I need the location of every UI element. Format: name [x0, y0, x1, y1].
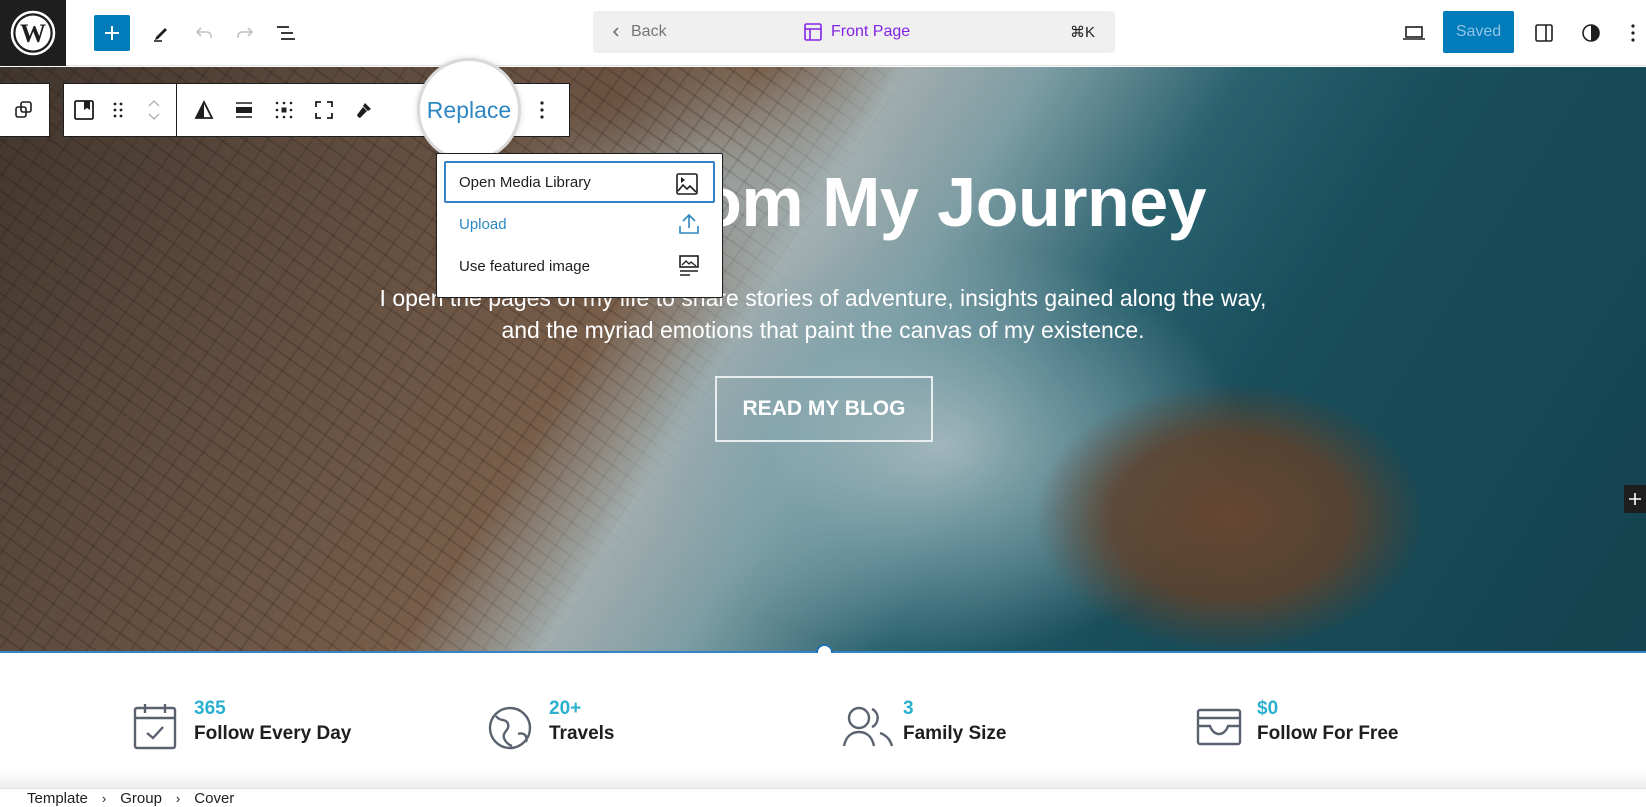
block-type-button[interactable] — [64, 84, 104, 136]
plus-icon — [105, 26, 119, 40]
save-button[interactable]: Saved — [1443, 11, 1514, 53]
upload-icon — [679, 213, 699, 234]
block-inserter-button[interactable] — [94, 15, 130, 51]
contrast-icon — [1582, 24, 1600, 42]
cover-overlay — [0, 67, 1646, 653]
replace-media-menu: Open Media Library Upload Use featured i… — [436, 153, 723, 298]
block-mover — [132, 99, 176, 121]
sidebar-toggle-icon — [1535, 24, 1553, 42]
media-icon — [676, 173, 698, 195]
featured-image-icon — [679, 255, 699, 276]
calendar-check-icon — [133, 704, 177, 750]
desktop-icon — [1403, 26, 1425, 40]
select-parent-icon — [15, 101, 32, 118]
chevron-right-icon: › — [175, 791, 181, 806]
document-overview-button[interactable] — [268, 15, 304, 51]
more-vertical-icon — [540, 101, 544, 119]
chevron-up-icon[interactable] — [147, 99, 161, 107]
menu-item-label: Upload — [459, 215, 507, 233]
document-title-label: Front Page — [831, 23, 911, 40]
breadcrumb-item-cover[interactable]: Cover — [194, 789, 234, 807]
drag-handle-icon — [113, 102, 123, 118]
pencil-icon — [154, 28, 167, 42]
redo-button[interactable] — [227, 15, 263, 51]
breadcrumb-item-template[interactable]: Template — [27, 789, 88, 807]
menu-item-upload[interactable]: Upload — [444, 203, 715, 245]
wordpress-logo-button[interactable]: W — [0, 0, 66, 66]
align-button[interactable] — [224, 84, 264, 136]
command-shortcut: ⌘K — [1069, 24, 1095, 41]
align-full-icon — [236, 102, 252, 118]
layout-icon — [804, 23, 822, 41]
select-parent-button[interactable] — [4, 84, 44, 136]
stat-value: 20+ — [549, 698, 582, 719]
menu-item-label: Open Media Library — [459, 173, 591, 191]
list-view-icon — [277, 26, 295, 40]
menu-item-open-media-library[interactable]: Open Media Library — [444, 161, 715, 203]
chevron-down-icon[interactable] — [147, 113, 161, 121]
stats-group: 365 Follow Every Day 20+ Travels 3 Famil… — [0, 653, 1646, 788]
globe-icon — [488, 706, 532, 750]
tools-button[interactable] — [143, 15, 179, 51]
back-label: Back — [631, 23, 667, 40]
cover-heading[interactable]: Tales From My Journey — [0, 162, 1646, 242]
block-options-button[interactable] — [527, 96, 557, 124]
options-button[interactable] — [1620, 15, 1646, 51]
chevron-right-icon: › — [101, 791, 107, 806]
cover-block-icon — [74, 100, 94, 120]
sibling-inserter-button[interactable] — [1624, 485, 1646, 513]
styles-button[interactable] — [1573, 15, 1609, 51]
duotone-button[interactable] — [184, 84, 224, 136]
menu-item-use-featured-image[interactable]: Use featured image — [444, 245, 715, 287]
svg-text:W: W — [20, 19, 46, 48]
cover-block[interactable]: Tales From My Journey I open the pages o… — [0, 67, 1646, 653]
breadcrumb-item-group[interactable]: Group — [120, 789, 162, 807]
wallet-icon — [1196, 708, 1242, 746]
stat-value: 3 — [903, 698, 914, 719]
toolbar-separator — [176, 84, 177, 136]
command-bar[interactable]: Back Front Page ⌘K — [593, 11, 1115, 53]
drag-handle[interactable] — [104, 84, 132, 136]
stat-value: 365 — [194, 698, 226, 719]
plus-icon — [1629, 493, 1641, 505]
settings-button[interactable] — [1526, 15, 1562, 51]
back-button[interactable]: Back — [611, 11, 667, 53]
full-height-button[interactable] — [304, 84, 344, 136]
canvas-bottom-shadow — [0, 770, 1646, 788]
undo-icon — [195, 27, 212, 38]
redo-icon — [237, 27, 254, 38]
people-icon — [842, 706, 894, 747]
select-parent-group — [0, 83, 50, 137]
duotone-icon — [194, 99, 214, 119]
stat-label: Follow Every Day — [194, 723, 352, 744]
stat-label: Travels — [549, 723, 615, 744]
position-center-icon — [275, 101, 293, 119]
stat-label: Family Size — [903, 723, 1007, 744]
wordpress-logo-icon: W — [10, 10, 56, 56]
document-title[interactable]: Front Page — [803, 11, 910, 53]
read-blog-button[interactable]: READ MY BLOG — [715, 376, 933, 442]
chevron-left-icon — [612, 27, 619, 37]
menu-item-label: Use featured image — [459, 257, 590, 275]
undo-button[interactable] — [186, 15, 222, 51]
paintbrush-icon — [357, 103, 371, 118]
stat-value: $0 — [1257, 698, 1279, 719]
block-breadcrumb: Template › Group › Cover — [0, 788, 1646, 807]
fullscreen-icon — [315, 101, 333, 119]
more-vertical-icon — [1631, 24, 1635, 42]
editor-header: W Back Front Page ⌘K Saved — [0, 0, 1646, 66]
overlay-color-button[interactable] — [344, 84, 384, 136]
content-position-button[interactable] — [264, 84, 304, 136]
stat-label: Follow For Free — [1257, 723, 1399, 744]
preview-button[interactable] — [1396, 15, 1432, 51]
replace-button[interactable]: Replace — [417, 58, 521, 162]
